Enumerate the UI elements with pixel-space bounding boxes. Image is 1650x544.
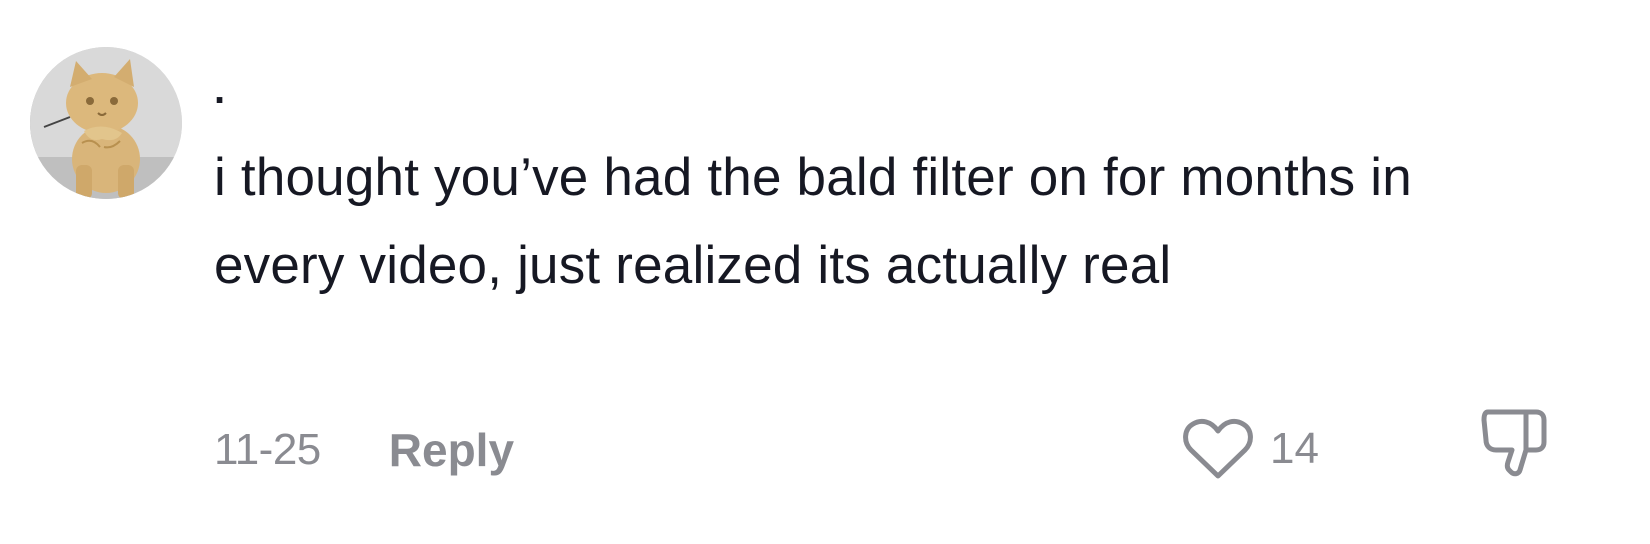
like-button[interactable]: 14	[1182, 418, 1319, 480]
comment-text: i thought you’ve had the bald filter on …	[214, 148, 1412, 295]
comment-meta: 11-25 Reply	[214, 420, 514, 480]
username[interactable]: .	[214, 60, 225, 120]
avatar[interactable]	[30, 47, 182, 199]
thumbs-down-icon[interactable]	[1474, 404, 1550, 480]
cat-avatar-image	[30, 47, 182, 199]
reply-button[interactable]: Reply	[389, 423, 514, 477]
heart-icon[interactable]	[1182, 418, 1254, 480]
dislike-button[interactable]	[1474, 404, 1550, 480]
comment-item: . i thought you’ve had the bald filter o…	[0, 0, 1650, 544]
timestamp: 11-25	[214, 425, 321, 474]
like-count: 14	[1270, 424, 1319, 473]
